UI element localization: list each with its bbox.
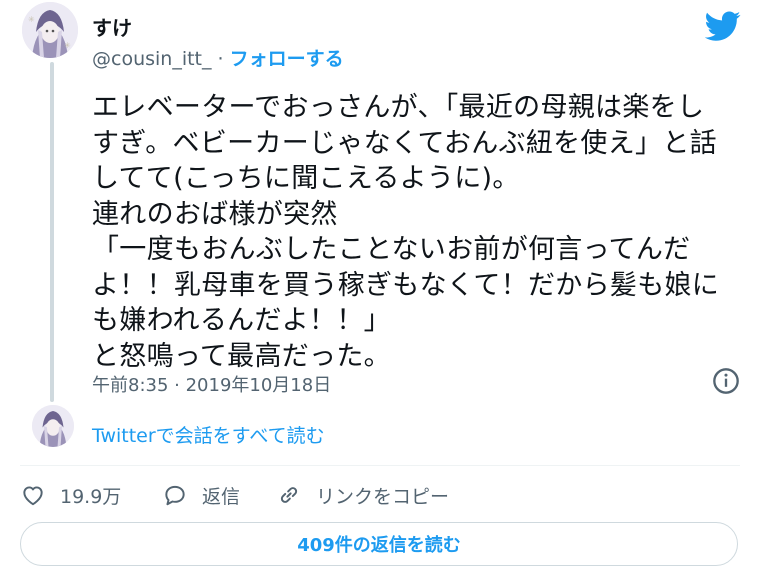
reply-label: 返信 bbox=[202, 485, 241, 508]
like-count: 19.9万 bbox=[60, 485, 122, 508]
tweet-text-line: 連れのおば様が突然 bbox=[92, 198, 338, 230]
avatar-illustration-icon bbox=[32, 405, 74, 447]
tweet-text-line: も嫌われるんだよ！！」 bbox=[92, 305, 391, 336]
tweet-card: ✳ ✳ すけ @cousin_itt_ · フォローする エレベーターでおっさん… bbox=[0, 0, 760, 586]
thread-connector-line bbox=[50, 62, 54, 402]
twitter-bird-icon[interactable] bbox=[705, 8, 741, 44]
read-replies-button[interactable]: 409件の返信を読む bbox=[20, 522, 738, 566]
tweet-text-line: すぎ。ベビーカーじゃなくておんぶ紐を使え」と話 bbox=[92, 127, 717, 159]
author-display-name[interactable]: すけ bbox=[92, 12, 132, 41]
tweet-text-line: よ！！乳母車を買う稼ぎもなくて！だから髪も娘に bbox=[92, 269, 720, 301]
info-icon[interactable] bbox=[712, 367, 740, 395]
author-avatar[interactable]: ✳ ✳ bbox=[22, 2, 78, 58]
copy-link-button[interactable]: リンクをコピー bbox=[276, 480, 449, 510]
like-button[interactable]: 19.9万 bbox=[20, 480, 121, 510]
avatar-illustration-icon: ✳ ✳ bbox=[22, 2, 78, 58]
author-handle[interactable]: @cousin_itt_ bbox=[92, 48, 212, 70]
divider bbox=[20, 465, 740, 466]
tweet-text-line: と怒鳴って最高だった。 bbox=[92, 340, 391, 372]
tweet-timestamp[interactable]: 午前8:35 · 2019年10月18日 bbox=[92, 371, 331, 397]
svg-text:✳: ✳ bbox=[64, 41, 71, 50]
heart-icon bbox=[23, 486, 43, 506]
tweet-text: エレベーターでおっさんが、「最近の母親は楽をし すぎ。ベビーカーじゃなくておんぶ… bbox=[92, 90, 752, 374]
tweet-text-line: してて(こっちに聞こえるように)。 bbox=[92, 163, 520, 194]
reply-button[interactable]: 返信 bbox=[162, 480, 240, 510]
copy-link-label: リンクをコピー bbox=[316, 485, 450, 508]
thread-avatar[interactable] bbox=[32, 405, 74, 447]
author-handle-row: @cousin_itt_ · フォローする bbox=[92, 44, 344, 71]
follow-button[interactable]: フォローする bbox=[230, 48, 344, 70]
link-icon bbox=[280, 487, 298, 503]
speech-bubble-icon bbox=[165, 485, 185, 506]
read-conversation-link[interactable]: Twitterで会話をすべて読む bbox=[92, 421, 325, 448]
handle-separator: · bbox=[211, 48, 230, 70]
tweet-text-line: 「一度もおんぶしたことないお前が何言ってんだ bbox=[92, 234, 691, 265]
svg-text:✳: ✳ bbox=[28, 15, 35, 24]
read-replies-label: 409件の返信を読む bbox=[297, 535, 461, 556]
tweet-text-line: エレベーターでおっさんが、「最近の母親は楽をし bbox=[92, 92, 705, 123]
